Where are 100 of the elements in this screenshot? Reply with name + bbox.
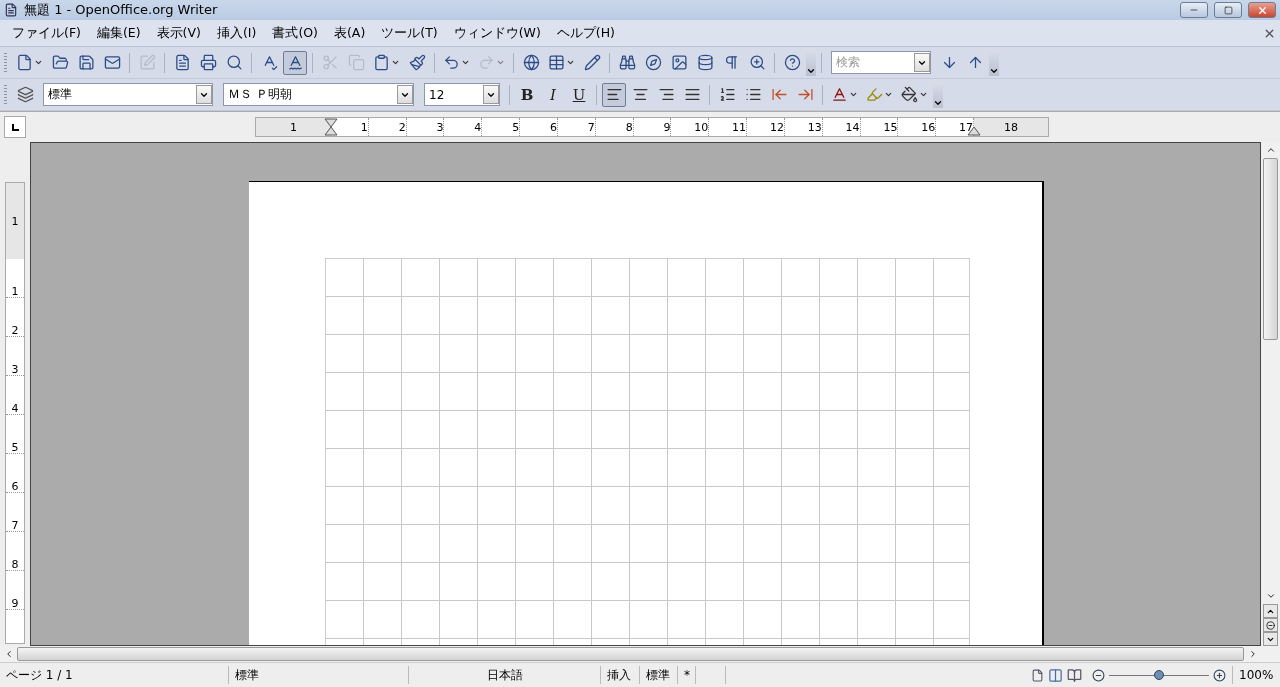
ruler-number: 1 [360,121,368,133]
styles-icon [16,86,34,103]
dropdown-button[interactable] [483,85,499,104]
paragraph-style-combo[interactable]: 標準 [43,83,213,106]
ruler-number: 8 [11,559,19,570]
menu-item[interactable]: 挿入(I) [208,24,265,42]
format-button[interactable]: I [541,82,565,107]
format-button[interactable]: U [567,82,591,107]
font-size-combo[interactable]: 12 [424,83,500,106]
ruler-number: 4 [474,121,482,133]
book-view-icon[interactable] [1067,667,1082,683]
ruler-number: 9 [663,121,671,133]
minimize-button[interactable] [1180,2,1208,18]
align-button[interactable] [602,82,626,107]
toolbar-overflow-button[interactable] [806,49,816,76]
single-page-view-icon[interactable] [1031,668,1044,682]
scrollbar-thumb[interactable] [17,647,1244,661]
font-color-icon [831,86,848,103]
next-page-button[interactable] [1263,632,1278,646]
indent-marker-icon[interactable] [324,118,338,136]
ruler-number: 8 [625,121,633,133]
menu-item[interactable]: 表(A) [325,24,374,42]
ruler-number: 6 [11,481,19,492]
ruler-number: 5 [11,442,19,453]
caret-icon [496,58,505,67]
page-count: ページ 1 / 1 [6,666,73,684]
align-left-icon [605,86,623,103]
insert-mode: 挿入 [607,666,631,684]
ruler-number: 14 [845,121,860,133]
vertical-scrollbar[interactable] [1261,142,1280,646]
find-placeholder: 検索 [835,54,861,71]
ruler-number: 12 [769,121,784,133]
menu-item[interactable]: 編集(E) [88,24,149,42]
zoom-thumb[interactable] [1154,669,1164,680]
font-name-value: ＭＳ Ｐ明朝 [227,86,293,103]
toolbar-overflow-button[interactable] [933,81,943,108]
modified-indicator: * [684,668,690,682]
circle-icon [1266,620,1275,630]
caret-icon [884,90,893,99]
align-center-icon [631,86,649,103]
menu-item[interactable]: ウィンドウ(W) [445,24,549,42]
language: 日本語 [486,666,523,684]
navigation-button[interactable] [1263,618,1278,632]
page-style: 標準 [235,666,259,684]
menu-item[interactable]: ファイル(F) [4,24,89,42]
font-size-value: 12 [428,87,446,102]
format-button[interactable]: B [515,82,539,107]
ruler-number: 16 [921,121,936,133]
horizontal-scrollbar[interactable] [0,646,1280,662]
ruler-number: 13 [807,121,822,133]
close-button[interactable] [1248,2,1276,18]
window-title: 無題 1 - OpenOffice.org Writer [24,1,219,19]
ruler-number: 18 [1004,121,1018,133]
caret-icon [461,58,470,67]
ruler-number: 17 [959,121,974,133]
paragraph-style-value: 標準 [47,86,73,103]
document-icon [4,3,18,17]
left-tab-icon [11,123,19,131]
menu-item[interactable]: 表示(V) [148,24,209,42]
caret-icon [566,58,575,67]
caret-icon [34,58,43,67]
ruler-number: 7 [587,121,595,133]
caret-icon [849,90,858,99]
dropdown-button[interactable] [397,85,413,104]
scrollbar-thumb[interactable] [1263,158,1278,340]
zoom-out-icon[interactable] [1092,668,1105,682]
ruler-number: 15 [883,121,898,133]
caret-icon [391,58,400,67]
close-icon [1256,4,1268,16]
ruler-number: 3 [11,364,19,375]
previous-page-button[interactable] [1263,604,1278,618]
restore-icon [1223,5,1233,15]
menu-item[interactable]: 書式(O) [264,24,326,42]
ruler-number: 1 [290,121,297,133]
ruler-number: 10 [694,121,709,133]
font-name-combo[interactable]: ＭＳ Ｐ明朝 [223,83,414,106]
bullet-list-icon [744,86,762,103]
selection-mode: 標準 [646,666,670,684]
restore-button[interactable] [1214,2,1242,18]
numbered-list-icon [718,86,736,103]
ruler-number: 6 [549,121,557,133]
menu-item[interactable]: ツール(T) [373,24,446,42]
ruler-number: 2 [11,325,19,336]
toolbar-overflow-button[interactable] [989,49,999,76]
ruler-number: 1 [11,286,19,297]
two-page-view-icon[interactable] [1048,667,1063,683]
caret-icon [919,90,928,99]
highlighter-icon [866,86,883,103]
indent-icon [796,86,814,103]
menu-item[interactable]: ヘルプ(H) [548,24,623,42]
align-right-icon [657,86,675,103]
dropdown-button[interactable] [914,53,930,72]
tab-type-button[interactable] [4,116,26,138]
zoom-in-icon[interactable] [1213,668,1226,682]
ruler-number: 9 [11,598,19,609]
paint-bucket-icon [901,86,918,103]
justify-icon [683,86,701,103]
dropdown-button[interactable] [196,85,212,104]
ruler-number: 11 [732,121,747,133]
outdent-icon [770,86,788,103]
